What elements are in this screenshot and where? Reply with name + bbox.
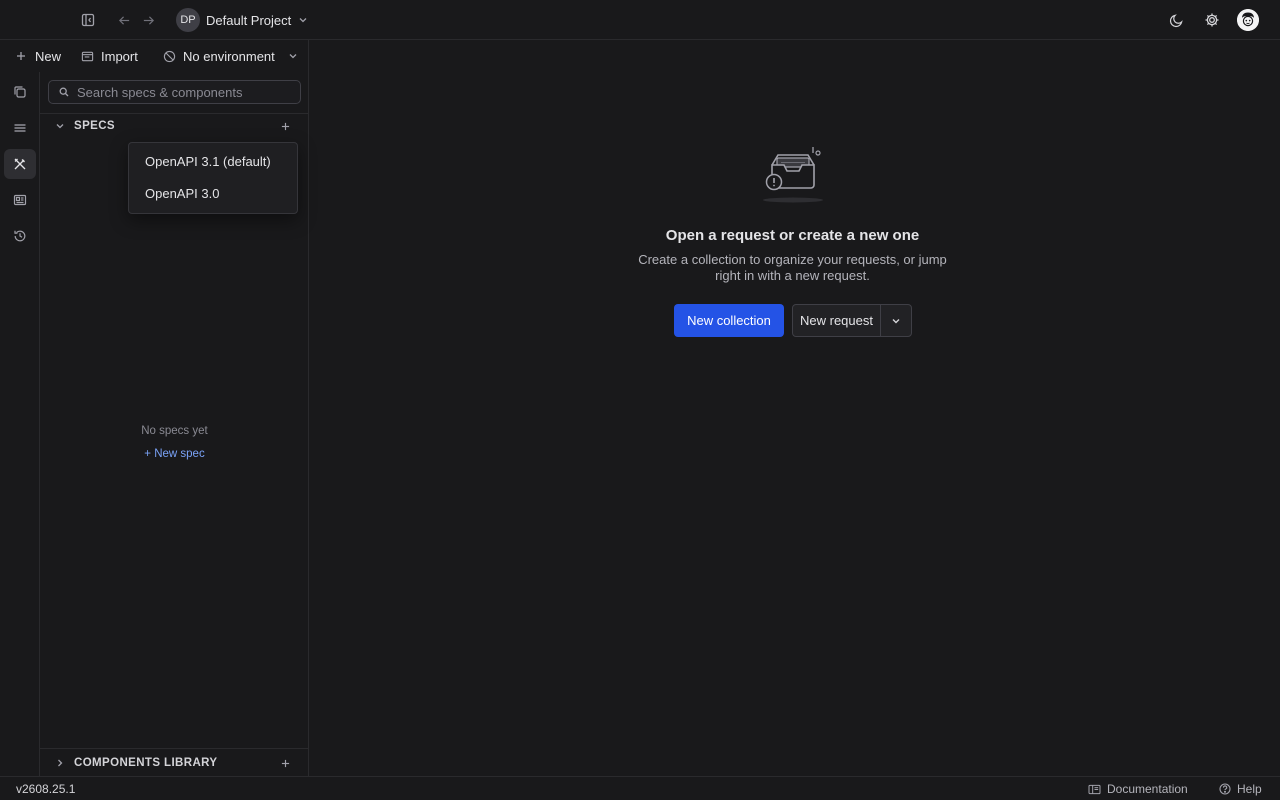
documentation-label: Documentation bbox=[1107, 782, 1188, 796]
add-spec-plus-icon[interactable] bbox=[279, 120, 291, 132]
import-button[interactable]: Import bbox=[80, 47, 138, 65]
new-spec-link[interactable]: + New spec bbox=[40, 448, 309, 460]
specs-section-label: SPECS bbox=[74, 120, 115, 132]
arrow-right-icon[interactable] bbox=[139, 11, 157, 29]
new-request-split-button: New request bbox=[792, 304, 912, 337]
documentation-link[interactable]: Documentation bbox=[1088, 782, 1188, 796]
tools-icon[interactable] bbox=[4, 149, 36, 179]
search-input[interactable] bbox=[77, 84, 287, 100]
project-switcher[interactable]: DP Default Project bbox=[176, 8, 309, 32]
menu-item-openapi-3-1[interactable]: OpenAPI 3.1 (default) bbox=[129, 146, 297, 178]
layers-icon[interactable] bbox=[4, 113, 36, 143]
plus-icon bbox=[14, 49, 28, 63]
moon-icon[interactable] bbox=[1167, 11, 1185, 29]
help-link[interactable]: Help bbox=[1219, 782, 1262, 796]
activity-rail bbox=[0, 72, 40, 776]
menu-item-openapi-3-0[interactable]: OpenAPI 3.0 bbox=[129, 178, 297, 210]
specs-section-header[interactable]: SPECS bbox=[40, 112, 309, 140]
new-button[interactable]: New bbox=[14, 47, 61, 65]
gear-icon[interactable] bbox=[1203, 11, 1221, 29]
search-field[interactable] bbox=[48, 80, 301, 104]
chevron-down-icon bbox=[286, 49, 300, 63]
no-environment-icon bbox=[162, 49, 176, 63]
empty-specs-text: No specs yet bbox=[141, 425, 208, 437]
empty-state-title: Open a request or create a new one bbox=[665, 227, 920, 244]
newspaper-icon[interactable] bbox=[4, 185, 36, 215]
empty-state-description: Create a collection to organize your req… bbox=[638, 252, 947, 283]
search-icon bbox=[59, 87, 69, 97]
help-label: Help bbox=[1237, 782, 1262, 796]
history-icon[interactable] bbox=[4, 221, 36, 251]
help-circle-icon bbox=[1219, 783, 1231, 795]
chevron-down-icon[interactable] bbox=[54, 120, 66, 132]
chevron-right-icon[interactable] bbox=[54, 757, 66, 769]
add-component-plus-icon[interactable] bbox=[279, 757, 291, 769]
status-bar: v2608.25.1 Documentation Help bbox=[0, 776, 1280, 800]
chevron-down-icon bbox=[297, 14, 309, 26]
spec-version-menu: OpenAPI 3.1 (default) OpenAPI 3.0 bbox=[128, 142, 298, 214]
book-icon bbox=[1088, 783, 1101, 796]
import-button-label: Import bbox=[101, 48, 138, 64]
environment-selector[interactable]: No environment bbox=[162, 47, 300, 65]
sidebar-toolbar: New Import No environment bbox=[0, 40, 309, 72]
top-bar: DP Default Project bbox=[0, 0, 1280, 40]
project-name: Default Project bbox=[206, 12, 292, 28]
new-request-button[interactable]: New request bbox=[793, 305, 881, 336]
main-content: Open a request or create a new one Creat… bbox=[310, 40, 1280, 776]
chevron-down-icon[interactable] bbox=[881, 305, 911, 336]
sidebar-toggle-icon[interactable] bbox=[79, 11, 97, 29]
environment-label: No environment bbox=[183, 48, 275, 64]
new-collection-button[interactable]: New collection bbox=[674, 304, 784, 337]
import-icon bbox=[80, 49, 94, 63]
version-label: v2608.25.1 bbox=[16, 782, 76, 796]
components-section-label: COMPONENTS LIBRARY bbox=[74, 757, 218, 769]
arrow-left-icon[interactable] bbox=[115, 11, 133, 29]
empty-inbox-illustration-icon bbox=[760, 143, 826, 205]
user-avatar-icon[interactable] bbox=[1237, 9, 1259, 31]
collections-icon[interactable] bbox=[4, 77, 36, 107]
components-section-header[interactable]: COMPONENTS LIBRARY bbox=[40, 749, 309, 777]
project-avatar: DP bbox=[176, 8, 200, 32]
new-button-label: New bbox=[35, 48, 62, 64]
